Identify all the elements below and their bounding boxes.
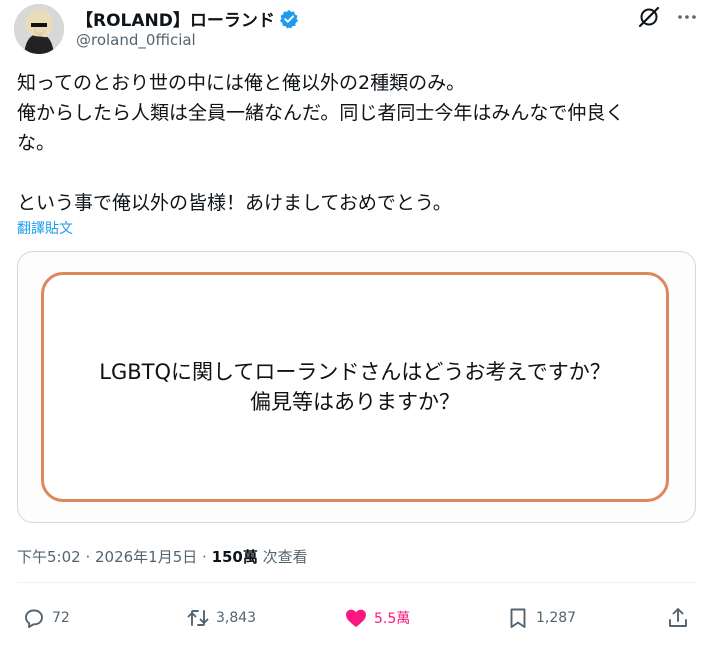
post-text-line: 知ってのとおり世の中には俺と俺以外の2種類のみ。: [17, 72, 466, 94]
avatar-image: [14, 4, 64, 54]
post-media-card[interactable]: LGBTQに関してローランドさんはどうお考えですか？ 偏見等はありますか？: [17, 251, 696, 523]
post-text: 知ってのとおり世の中には俺と俺以外の2種類のみ。 俺からしたら人類は全員一緒なん…: [17, 68, 697, 218]
post-timestamp[interactable]: 下午5:02 · 2026年1月5日 ·: [17, 548, 212, 566]
share-button[interactable]: [666, 600, 690, 636]
verified-badge-icon: [279, 9, 298, 28]
like-heart-icon: [346, 609, 366, 627]
share-icon: [669, 608, 687, 627]
media-question-line: 偏見等はありますか？: [250, 390, 460, 414]
translate-post-link[interactable]: 翻譯貼文: [17, 218, 73, 238]
more-icon: [678, 15, 696, 19]
author-handle[interactable]: @roland_0fficial: [76, 31, 196, 49]
more-options-button[interactable]: [674, 4, 700, 30]
author-avatar[interactable]: [14, 4, 64, 54]
author-name-row[interactable]: 【ROLAND】ローランド: [76, 6, 299, 31]
reply-count: 72: [52, 610, 70, 626]
bookmark-icon: [510, 608, 526, 628]
repost-icon: [187, 610, 209, 626]
like-count: 5.5萬: [374, 611, 411, 627]
media-question-box: LGBTQに関してローランドさんはどうお考えですか？ 偏見等はありますか？: [41, 272, 669, 502]
post-text-line: な。: [17, 132, 56, 154]
post-text-line: 俺からしたら人類は全員一緒なんだ。同じ者同士今年はみんなで仲良く: [17, 102, 625, 124]
post-action-bar: 72 3,843 5.5萬 1,287: [0, 600, 714, 636]
grok-icon: [638, 6, 660, 28]
views-count: 150萬: [211, 548, 258, 566]
repost-button[interactable]: 3,843: [186, 600, 256, 636]
grok-button[interactable]: [636, 4, 662, 30]
repost-count: 3,843: [216, 610, 257, 626]
post-text-line: という事で俺以外の皆様！あけましておめでとう。: [17, 192, 452, 214]
bookmark-count: 1,287: [536, 610, 577, 626]
author-display-name[interactable]: 【ROLAND】ローランド: [76, 6, 275, 31]
reply-icon: [25, 609, 43, 628]
reply-button[interactable]: 72: [22, 600, 70, 636]
media-question-line: LGBTQに関してローランドさんはどうお考えですか？: [99, 360, 611, 384]
post-meta: 下午5:02 · 2026年1月5日 · 150萬 次查看: [17, 546, 308, 567]
views-label: 次查看: [257, 548, 308, 566]
bookmark-button[interactable]: 1,287: [506, 600, 576, 636]
divider: [17, 582, 697, 583]
like-button[interactable]: 5.5萬: [344, 600, 410, 636]
post-top-actions: [636, 4, 700, 30]
